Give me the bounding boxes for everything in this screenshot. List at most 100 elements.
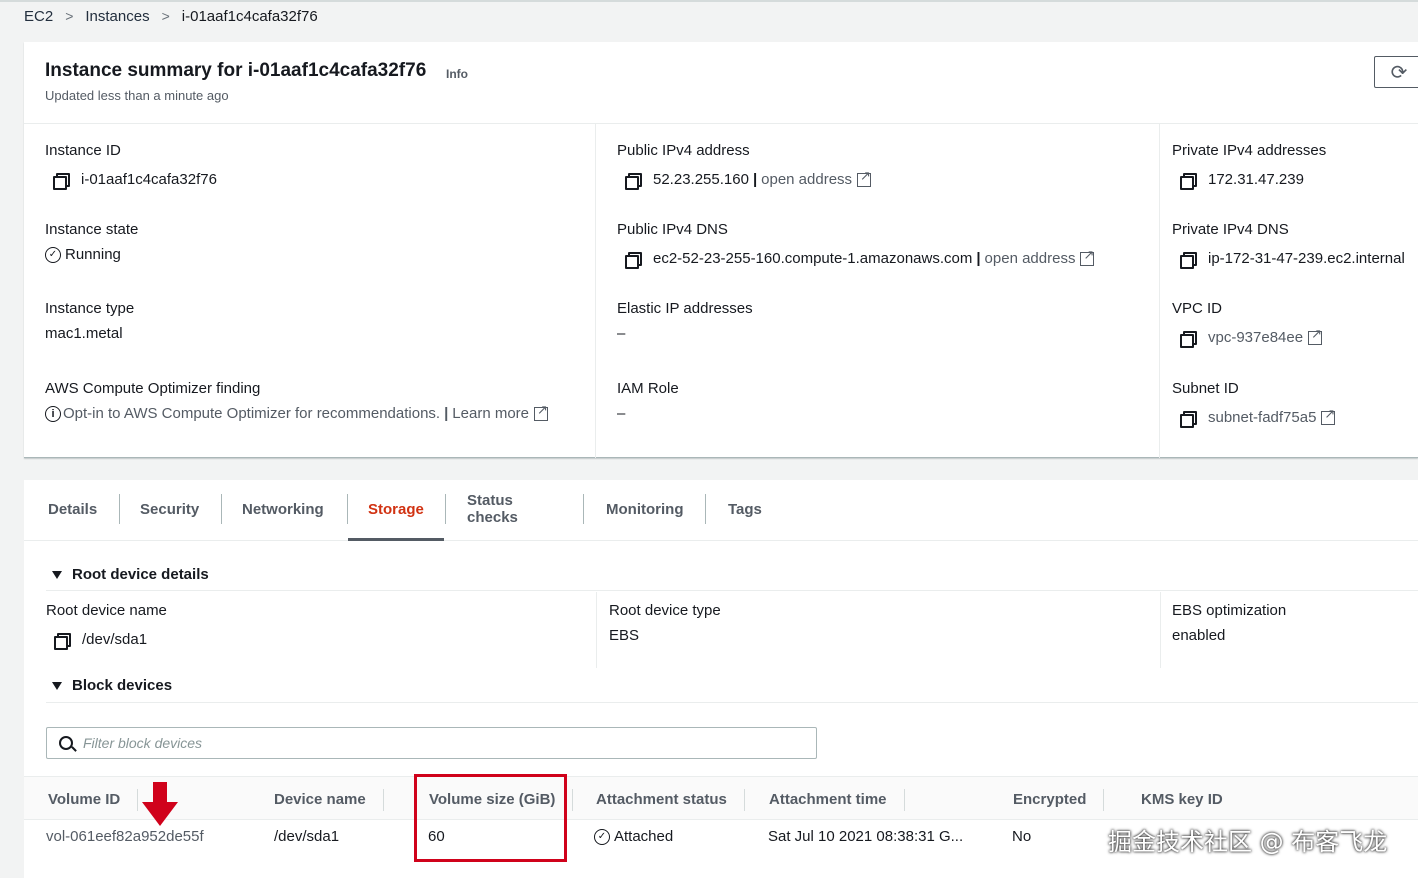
external-link-icon [1321,406,1336,425]
value: – [617,405,626,422]
refresh-button[interactable]: ⟳ [1374,56,1418,88]
column-header-volume-id[interactable]: Volume ID [48,789,139,811]
field-subnet-id: Subnet ID subnet-fadf75a5 [1172,380,1336,428]
column-header-attachment-status[interactable]: Attachment status [596,789,745,811]
page-title: Instance summary for i-01aaf1c4cafa32f76 [45,60,427,81]
label: Instance type [45,300,135,317]
encrypted-cell: No [1012,828,1032,845]
field-public-ipv4: Public IPv4 address 52.23.255.160 | open a… [617,142,872,190]
block-devices-section-toggle[interactable]: Block devices [52,677,172,694]
instance-summary-panel: Instance summary for i-01aaf1c4cafa32f76… [24,42,1418,458]
tab-storage[interactable]: Storage [346,494,446,524]
value: ec2-52-23-255-160.compute-1.amazonaws.co… [653,250,973,267]
summary-header: Instance summary for i-01aaf1c4cafa32f76… [24,42,1418,124]
value: 52.23.255.160 [653,171,749,188]
label: Public IPv4 DNS [617,221,728,238]
field-instance-state: Instance state ✓ Running [45,221,138,263]
divider [46,590,1418,591]
tab-tags[interactable]: Tags [706,494,784,524]
learn-more-link[interactable]: Learn more [452,405,529,422]
label: EBS optimization [1172,602,1287,619]
vpc-id-link[interactable]: vpc-937e84ee [1208,329,1303,346]
value: 172.31.47.239 [1208,171,1304,188]
root-device-section-toggle[interactable]: Root device details [52,566,209,583]
field-root-device-type: Root device type EBS [609,602,721,644]
copy-icon[interactable] [54,632,71,650]
open-address-link[interactable]: open address [985,250,1076,267]
summary-column-2: Public IPv4 address 52.23.255.160 | open a… [596,124,1160,458]
field-instance-id: Instance ID i-01aaf1c4cafa32f76 [45,142,217,190]
column-header-encrypted[interactable]: Encrypted [1013,789,1105,811]
tab-networking[interactable]: Networking [220,494,348,524]
subnet-id-link[interactable]: subnet-fadf75a5 [1208,409,1316,426]
column-header-kms-key-id[interactable]: KMS key ID [1141,789,1223,809]
label: VPC ID [1172,300,1223,317]
field-ebs-optimization: EBS optimization enabled [1172,602,1286,644]
tab-monitoring[interactable]: Monitoring [584,494,706,524]
label: Public IPv4 address [617,142,750,159]
label: Instance state [45,221,139,238]
summary-column-3: Private IPv4 addresses 172.31.47.239 Pri… [1160,124,1418,458]
optimizer-text: Opt-in to AWS Compute Optimizer for reco… [63,405,441,422]
label: IAM Role [617,380,679,397]
label: AWS Compute Optimizer finding [45,380,261,397]
breadcrumb-ec2[interactable]: EC2 [24,8,53,25]
info-link[interactable]: Info [446,67,468,81]
copy-icon[interactable] [1180,172,1197,190]
top-border [0,0,1418,2]
breadcrumb: EC2 > Instances > i-01aaf1c4cafa32f76 [24,4,318,28]
volume-id-link[interactable]: vol-061eef82a952de55f [46,828,204,845]
details-tabs-panel: Details Security Networking Storage Stat… [24,480,1418,878]
copy-icon[interactable] [1180,330,1197,348]
label: Private IPv4 addresses [1172,142,1327,159]
field-instance-type: Instance type mac1.metal [45,300,134,342]
field-private-dns: Private IPv4 DNS ip-172-31-47-239.ec2.in… [1172,221,1405,269]
external-link-icon [857,168,872,187]
value: Running [65,246,121,263]
red-arrow-icon [142,782,178,826]
active-tab-indicator [348,538,444,541]
info-icon: i [45,405,61,422]
caret-down-icon [52,681,62,690]
field-elastic-ip: Elastic IP addresses – [617,300,753,342]
filter-block-devices[interactable] [46,727,817,759]
copy-icon[interactable] [625,172,642,190]
separator: | [976,250,981,267]
column-header-attachment-time[interactable]: Attachment time [769,789,904,811]
refresh-icon: ⟳ [1390,61,1408,84]
section-title: Block devices [72,677,173,694]
attachment-status-cell: ✓ Attached [594,828,673,845]
label: Root device type [609,602,721,619]
field-private-ipv4: Private IPv4 addresses 172.31.47.239 [1172,142,1327,190]
summary-column-1: Instance ID i-01aaf1c4cafa32f76 Instance… [24,124,596,458]
tab-details[interactable]: Details [26,494,120,524]
breadcrumb-instances[interactable]: Instances [85,8,149,25]
copy-icon[interactable] [53,172,70,190]
external-link-icon [1308,326,1323,345]
breadcrumb-current: i-01aaf1c4cafa32f76 [181,7,318,25]
watermark: 掘金技术社区 @ 布客飞龙 [1108,828,1388,856]
copy-icon[interactable] [1180,410,1197,428]
field-vpc-id: VPC ID vpc-937e84ee [1172,300,1323,348]
value: i-01aaf1c4cafa32f76 [81,171,217,188]
tab-security[interactable]: Security [118,494,222,524]
tab-status-checks[interactable]: Status checks [445,492,584,526]
field-public-dns: Public IPv4 DNS ec2-52-23-255-160.comput… [617,221,1095,269]
highlight-box [414,774,567,862]
copy-icon[interactable] [625,251,642,269]
field-optimizer: AWS Compute Optimizer finding i Opt-in to… [45,380,549,422]
updated-text: Updated less than a minute ago [45,88,229,103]
label: Instance ID [45,142,121,159]
open-address-link[interactable]: open address [761,171,852,188]
column-header-device-name[interactable]: Device name [274,789,384,811]
value: /dev/sda1 [82,631,148,648]
divider [1160,592,1161,668]
external-link-icon [1080,247,1095,266]
label: Elastic IP addresses [617,300,753,317]
divider [596,592,597,668]
value: mac1.metal [45,325,123,342]
filter-input[interactable] [83,735,783,751]
field-root-device-name: Root device name /dev/sda1 [46,602,167,650]
caret-down-icon [52,570,62,579]
copy-icon[interactable] [1180,251,1197,269]
